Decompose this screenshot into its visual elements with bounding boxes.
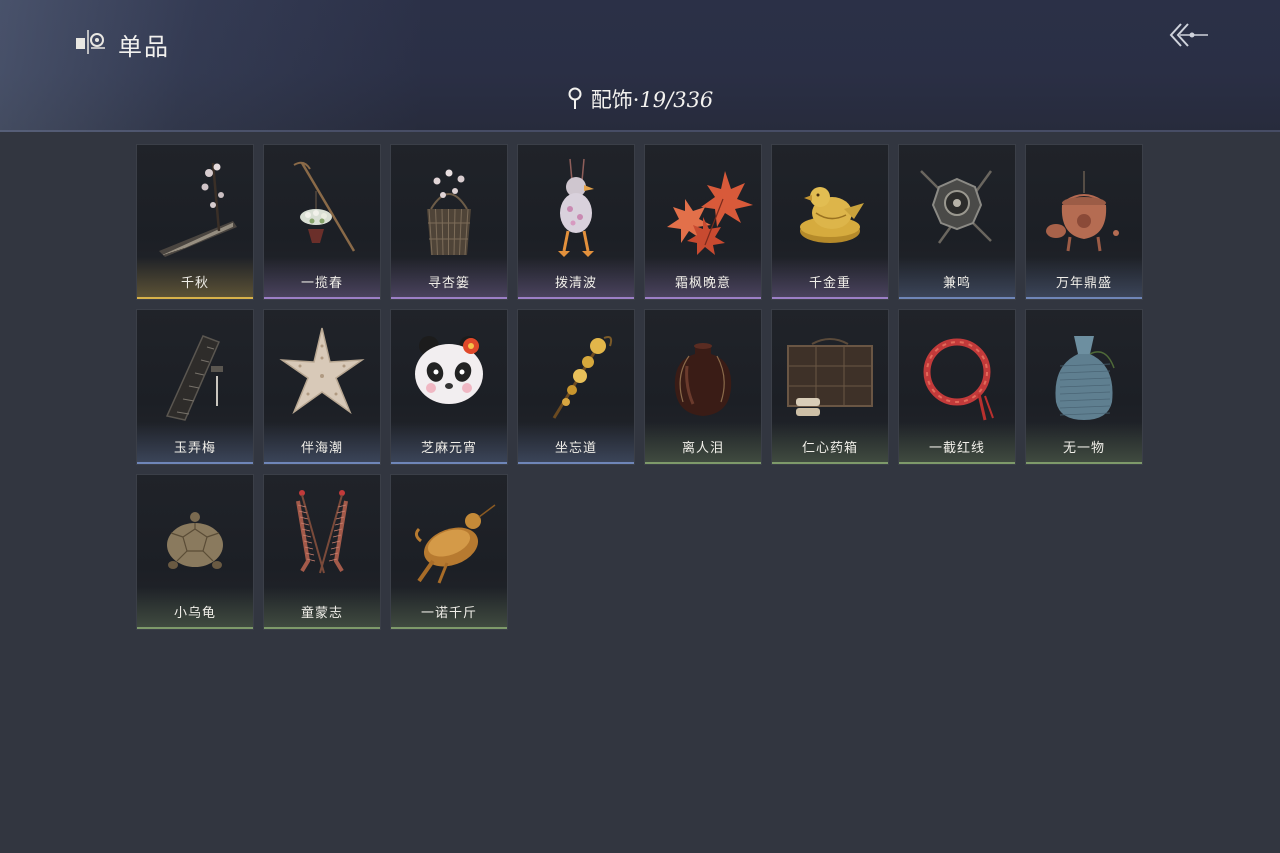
golden-staff-icon xyxy=(552,336,613,419)
item-name: 千秋 xyxy=(180,276,209,291)
item-name: 一揽春 xyxy=(300,276,343,291)
collected-count: 19 xyxy=(639,88,667,112)
item-card[interactable]: 仁心药箱 xyxy=(771,309,889,465)
rarity-bar xyxy=(137,627,253,629)
page-title: 单品 xyxy=(118,32,170,61)
header-left: 单品 xyxy=(74,26,170,62)
item-name: 一截红线 xyxy=(928,441,985,456)
item-card[interactable]: 拨清波 xyxy=(517,144,635,300)
item-name: 无一物 xyxy=(1062,441,1105,456)
item-name: 万年鼎盛 xyxy=(1055,276,1112,291)
total-count: 336 xyxy=(673,88,714,112)
rarity-bar xyxy=(264,627,380,629)
top-bar: 单品 配饰·19/336 xyxy=(0,0,1280,132)
flute-case-icon xyxy=(165,335,223,421)
maple-leaf-icon xyxy=(667,171,753,255)
item-grid: 千秋 一揽春 寻杏篓 拨清波 霜枫晚意 千金重 兼鸣 万年鼎盛玉弄梅 伴海潮 芝麻元宵 坐忘道 离人泪… xyxy=(136,144,1143,630)
item-card[interactable]: 芝麻元宵 xyxy=(390,309,508,465)
item-name: 一诺千斤 xyxy=(420,606,477,621)
item-name: 寻杏篓 xyxy=(427,276,470,291)
item-name: 仁心药箱 xyxy=(801,441,858,456)
item-card[interactable]: 离人泪 xyxy=(644,309,762,465)
cloth-bag-icon xyxy=(1055,336,1115,420)
item-name: 芝麻元宵 xyxy=(420,441,477,456)
rarity-bar xyxy=(772,462,888,464)
item-card[interactable]: 小乌龟 xyxy=(136,474,254,630)
item-name: 童蒙志 xyxy=(300,606,343,621)
golden-bird-icon xyxy=(800,187,864,243)
rarity-bar xyxy=(391,462,507,464)
rarity-bar xyxy=(899,462,1015,464)
rarity-bar xyxy=(645,297,761,299)
guqin-icon xyxy=(159,162,237,257)
rarity-bar xyxy=(264,462,380,464)
rarity-bar xyxy=(772,297,888,299)
rarity-bar xyxy=(518,297,634,299)
item-name: 千金重 xyxy=(808,276,851,291)
item-name: 拨清波 xyxy=(554,276,597,291)
rarity-bar xyxy=(391,627,507,629)
item-card[interactable]: 万年鼎盛 xyxy=(1025,144,1143,300)
rarity-bar xyxy=(137,297,253,299)
rarity-bar xyxy=(899,297,1015,299)
rarity-bar xyxy=(391,297,507,299)
jar-icon xyxy=(674,343,732,416)
item-name: 伴海潮 xyxy=(300,441,343,456)
panda-head-icon xyxy=(415,336,483,404)
duck-toy-icon xyxy=(558,158,594,257)
category-counter: 配饰·19/336 xyxy=(0,84,1280,115)
collection-icon xyxy=(74,26,106,62)
rarity-bar xyxy=(137,462,253,464)
item-name: 兼鸣 xyxy=(942,276,971,291)
rarity-bar xyxy=(264,297,380,299)
item-card[interactable]: 千秋 xyxy=(136,144,254,300)
item-name: 坐忘道 xyxy=(554,441,597,456)
shield-icon xyxy=(920,170,993,244)
location-pin-icon xyxy=(567,86,583,115)
red-rope-icon xyxy=(923,338,994,421)
item-card[interactable]: 寻杏篓 xyxy=(390,144,508,300)
item-card[interactable]: 一截红线 xyxy=(898,309,1016,465)
rarity-bar xyxy=(518,462,634,464)
item-name: 玉弄梅 xyxy=(173,441,216,456)
item-name: 霜枫晚意 xyxy=(674,276,731,291)
item-card[interactable]: 童蒙志 xyxy=(263,474,381,630)
item-card[interactable]: 无一物 xyxy=(1025,309,1143,465)
category-label: 配饰 xyxy=(590,88,633,112)
rarity-bar xyxy=(645,462,761,464)
medicine-box-icon xyxy=(787,338,873,416)
rarity-bar xyxy=(1026,462,1142,464)
basket-icon xyxy=(427,169,471,256)
cauldron-icon xyxy=(1046,171,1119,252)
back-button[interactable] xyxy=(1166,20,1210,50)
turtle-icon xyxy=(167,512,223,569)
item-card[interactable]: 玉弄梅 xyxy=(136,309,254,465)
item-name: 离人泪 xyxy=(681,441,724,456)
item-card[interactable]: 千金重 xyxy=(771,144,889,300)
item-card[interactable]: 兼鸣 xyxy=(898,144,1016,300)
roast-bird-icon xyxy=(414,504,496,584)
starfish-icon xyxy=(279,327,365,415)
item-name: 小乌龟 xyxy=(173,606,216,621)
flower-basket-icon xyxy=(293,161,356,252)
item-card[interactable]: 霜枫晚意 xyxy=(644,144,762,300)
item-card[interactable]: 一揽春 xyxy=(263,144,381,300)
tassel-ornament-icon xyxy=(296,490,348,574)
rarity-bar xyxy=(1026,297,1142,299)
item-card[interactable]: 伴海潮 xyxy=(263,309,381,465)
item-card[interactable]: 一诺千斤 xyxy=(390,474,508,630)
item-card[interactable]: 坐忘道 xyxy=(517,309,635,465)
back-arrow-icon xyxy=(1169,23,1208,47)
